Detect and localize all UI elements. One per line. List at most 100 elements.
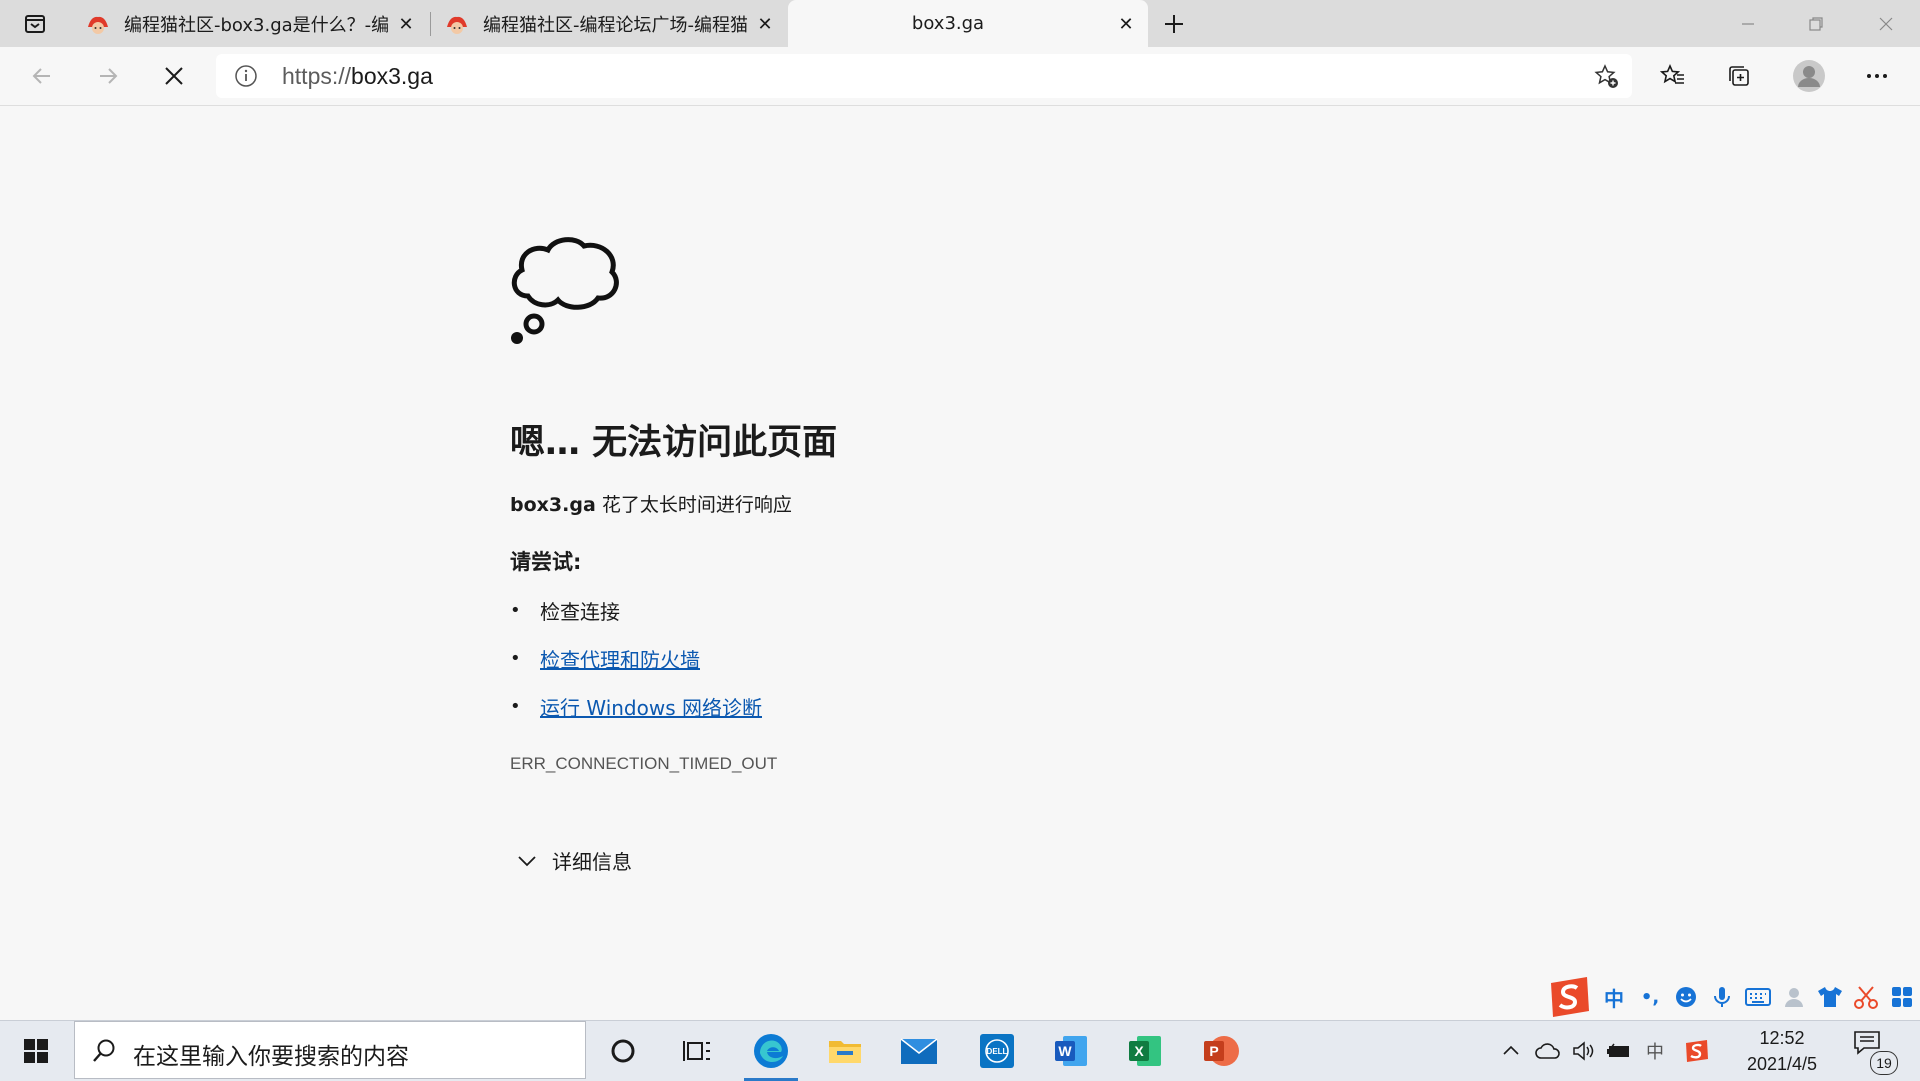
collections-button[interactable] <box>1722 59 1756 93</box>
notification-count-badge: 19 <box>1870 1051 1898 1075</box>
plus-icon <box>1165 15 1183 33</box>
ime-indicator[interactable]: 中 <box>1640 1021 1670 1081</box>
error-title: 嗯… 无法访问此页面 <box>510 423 838 463</box>
stop-loading-button[interactable] <box>152 57 196 95</box>
sogou-tray[interactable] <box>1680 1021 1714 1081</box>
tab-close-button[interactable]: ✕ <box>753 12 777 36</box>
tab-title: 编程猫社区-box3.ga是什么？-编 <box>124 14 390 36</box>
try-label: 请尝试: <box>510 550 582 574</box>
battery-icon <box>1607 1043 1629 1057</box>
speaker-icon <box>1573 1041 1594 1061</box>
tab-actions-button[interactable] <box>20 10 50 38</box>
stop-icon <box>165 67 183 85</box>
details-label: 详细信息 <box>552 850 632 874</box>
dell-app-button[interactable]: DELL <box>960 1021 1034 1081</box>
details-toggle[interactable]: 详细信息 <box>514 846 632 875</box>
edge-taskbar-button[interactable] <box>734 1021 808 1081</box>
emoji-icon[interactable] <box>1668 979 1704 1015</box>
chevron-down-icon <box>514 848 540 874</box>
taskbar: 在这里输入你要搜索的内容 DELL W X P 中 12:52 2021/4/5… <box>0 1020 1920 1081</box>
word-button[interactable]: W <box>1034 1021 1108 1081</box>
show-hidden-icons-button[interactable] <box>1496 1021 1526 1081</box>
sogou-logo-icon[interactable] <box>1544 977 1596 1017</box>
ime-punctuation[interactable]: •, <box>1632 979 1668 1015</box>
suggestion-check-connection: • 检查连接 <box>510 596 620 625</box>
tab-box3-what[interactable]: 编程猫社区-box3.ga是什么？-编 ✕ <box>72 0 428 47</box>
ime-mode-chinese[interactable]: 中 <box>1596 979 1632 1015</box>
restore-button[interactable] <box>1782 0 1850 47</box>
start-button[interactable] <box>0 1021 72 1081</box>
taskbar-search-box[interactable]: 在这里输入你要搜索的内容 <box>74 1021 586 1079</box>
title-bar: 编程猫社区-box3.ga是什么？-编 ✕ 编程猫社区-编程论坛广场-编程猫 ✕… <box>0 0 1920 47</box>
action-center-button[interactable]: 19 <box>1852 1029 1900 1077</box>
suggestion-network-diagnostics: • 运行 Windows 网络诊断 <box>510 692 762 721</box>
forward-button[interactable] <box>86 57 130 95</box>
check-proxy-firewall-link[interactable]: 检查代理和防火墙 <box>540 644 700 673</box>
error-description: box3.ga 花了太长时间进行响应 <box>510 494 792 516</box>
cortana-circle-icon <box>611 1039 635 1063</box>
codemao-favicon-icon <box>86 12 110 36</box>
close-icon <box>1879 17 1893 30</box>
tab-close-button[interactable]: ✕ <box>1114 12 1138 36</box>
thought-cloud-icon <box>511 237 619 344</box>
tab-close-button[interactable]: ✕ <box>394 12 418 36</box>
more-dots-icon <box>1867 74 1887 78</box>
add-favorite-icon[interactable] <box>1594 64 1620 90</box>
cortana-button[interactable] <box>586 1021 660 1081</box>
search-placeholder: 在这里输入你要搜索的内容 <box>133 1044 409 1070</box>
volume-tray[interactable] <box>1568 1021 1598 1081</box>
onedrive-tray[interactable] <box>1532 1021 1564 1081</box>
powerpoint-icon: P <box>1204 1036 1239 1066</box>
edge-browser-icon <box>754 1034 788 1068</box>
microphone-icon[interactable] <box>1704 979 1740 1015</box>
settings-more-button[interactable] <box>1860 59 1894 93</box>
excel-button[interactable]: X <box>1108 1021 1182 1081</box>
back-arrow-icon <box>32 68 50 84</box>
mail-button[interactable] <box>882 1021 956 1081</box>
file-explorer-button[interactable] <box>808 1021 882 1081</box>
run-network-diagnostics-link[interactable]: 运行 Windows 网络诊断 <box>540 692 762 721</box>
close-window-button[interactable] <box>1852 0 1920 47</box>
toolbox-grid-icon[interactable] <box>1884 979 1920 1015</box>
user-account-icon[interactable] <box>1776 979 1812 1015</box>
minimize-button[interactable] <box>1714 0 1782 47</box>
restore-icon <box>1809 16 1823 31</box>
keyboard-icon[interactable] <box>1740 979 1776 1015</box>
battery-tray[interactable] <box>1604 1021 1634 1081</box>
search-icon <box>91 1038 117 1064</box>
navigation-toolbar: https://box3.ga <box>0 47 1920 106</box>
dell-logo-icon: DELL <box>980 1034 1014 1068</box>
error-host: box3.ga <box>510 494 596 516</box>
forward-arrow-icon <box>100 68 118 84</box>
favorites-icon <box>1660 64 1684 84</box>
tab-box3-ga[interactable]: box3.ga ✕ <box>788 0 1148 47</box>
site-info-icon[interactable] <box>234 64 258 88</box>
cloud-icon <box>1535 1043 1560 1059</box>
excel-icon: X <box>1129 1036 1161 1066</box>
system-clock[interactable]: 12:52 2021/4/5 <box>1720 1025 1844 1077</box>
skin-shirt-icon[interactable] <box>1812 979 1848 1015</box>
ime-toolbar: 中 •, <box>1544 975 1920 1019</box>
new-tab-button[interactable] <box>1158 10 1190 38</box>
profile-button[interactable] <box>1792 59 1826 93</box>
suggestion-check-proxy: • 检查代理和防火墙 <box>510 644 700 673</box>
word-icon: W <box>1055 1036 1087 1066</box>
profile-avatar-icon <box>1793 60 1825 92</box>
error-code: ERR_CONNECTION_TIMED_OUT <box>510 754 778 773</box>
minimize-icon <box>1742 22 1754 25</box>
tab-forum-square[interactable]: 编程猫社区-编程论坛广场-编程猫 ✕ <box>431 0 787 47</box>
svg-text:P: P <box>1209 1043 1218 1059</box>
favorites-button[interactable] <box>1656 59 1690 93</box>
powerpoint-button[interactable]: P <box>1184 1021 1258 1081</box>
mail-envelope-icon <box>900 1038 938 1064</box>
svg-text:DELL: DELL <box>987 1047 1008 1056</box>
back-button[interactable] <box>20 57 64 95</box>
url-text[interactable]: https://box3.ga <box>282 63 433 90</box>
scissors-icon[interactable] <box>1848 979 1884 1015</box>
suggestion-text: 检查连接 <box>540 600 620 624</box>
clock-time: 12:52 <box>1759 1028 1805 1048</box>
task-view-button[interactable] <box>660 1021 734 1081</box>
codemao-favicon-icon <box>445 12 469 36</box>
svg-text:X: X <box>1134 1043 1144 1059</box>
address-bar[interactable]: https://box3.ga <box>216 54 1632 98</box>
